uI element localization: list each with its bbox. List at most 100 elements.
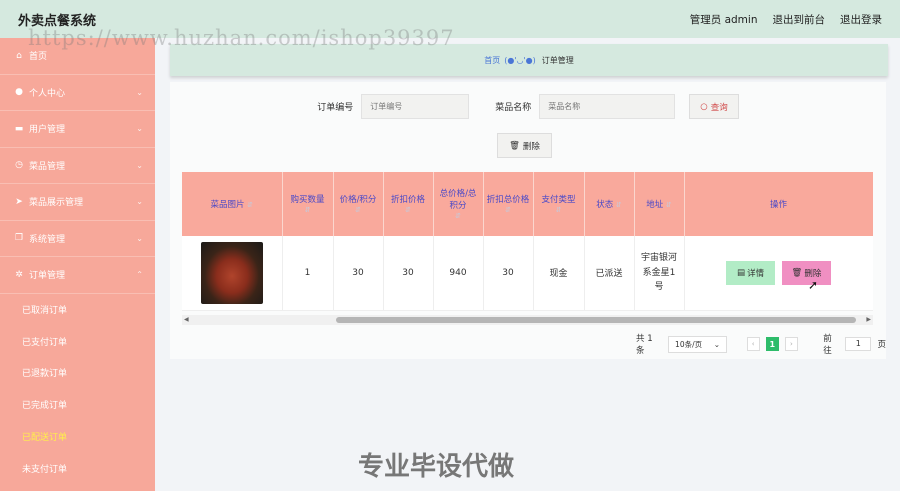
- sidebar-item-label: 系统管理: [29, 234, 66, 245]
- page-size-value: 10条/页: [675, 339, 703, 349]
- col-pay-type[interactable]: 支付类型 ⇵: [533, 172, 585, 236]
- search-button[interactable]: ○ 查询: [689, 94, 739, 119]
- sort-icon: ⇵: [355, 206, 361, 214]
- col-address[interactable]: 地址 ⇵: [634, 172, 685, 236]
- breadcrumb-home[interactable]: 首页: [484, 55, 500, 66]
- clock-icon: ◷: [15, 160, 23, 171]
- chevron-down-icon: ⌄: [136, 124, 143, 134]
- sidebar-subitem-unpaid[interactable]: 未支付订单: [0, 452, 155, 484]
- cell-price: 30: [333, 236, 384, 311]
- order-no-label: 订单编号: [317, 103, 354, 113]
- url-watermark: https://www.huzhan.com/ishop39397: [28, 26, 455, 50]
- dish-name-label: 菜品名称: [495, 103, 532, 113]
- sort-icon: ⇵: [405, 206, 411, 214]
- caption-watermark: 专业毕设代做: [358, 452, 515, 482]
- breadcrumb-current: 订单管理: [541, 55, 574, 65]
- total-count: 共 1 条: [636, 334, 653, 356]
- sidebar-subitem-completed[interactable]: 已完成订单: [0, 389, 155, 421]
- sidebar-item-profile[interactable]: ● 个人中心 ⌄: [0, 75, 155, 111]
- sort-icon: ⇵: [665, 201, 672, 209]
- settings-icon: ✲: [15, 269, 23, 280]
- sidebar-item-dishes[interactable]: ◷ 菜品管理 ⌄: [0, 148, 155, 184]
- orders-table: 菜品图片 ⇵ 购买数量 ⇵ 价格/积分 ⇵ 折扣价格 ⇵ 总价格/总积分 ⇵ 折扣总价格…: [182, 172, 873, 314]
- delete-button-label: 删除: [804, 268, 822, 279]
- col-dish-image[interactable]: 菜品图片 ⇵: [182, 172, 283, 236]
- sidebar-item-label: 个人中心: [29, 88, 66, 99]
- sort-icon: ⇵: [555, 206, 562, 214]
- scroll-left-icon[interactable]: ◀: [184, 315, 189, 325]
- trash-icon: 🗑: [509, 140, 520, 151]
- sidebar-subitem-cancelled[interactable]: 已取消订单: [0, 294, 155, 326]
- batch-delete-button[interactable]: 🗑 删除: [497, 133, 552, 158]
- sidebar-item-label: 用户管理: [29, 125, 66, 136]
- sidebar-item-label: 订单管理: [29, 271, 66, 282]
- cell-total-price: 940: [433, 236, 484, 311]
- col-discount-price[interactable]: 折扣价格 ⇵: [383, 172, 434, 236]
- sort-icon: ⇵: [505, 206, 511, 214]
- batch-delete-label: 删除: [522, 141, 540, 152]
- chevron-up-icon: ⌃: [136, 270, 143, 280]
- mouse-pointer-icon: ➚: [808, 278, 819, 292]
- briefcase-icon: ▬: [14, 123, 24, 134]
- logout-link[interactable]: 退出登录: [840, 12, 882, 27]
- horizontal-scrollbar[interactable]: ◀ ▶: [182, 315, 873, 325]
- table-row: 1 30 30 940 30 现金 已派送 宇宙银河系金星1号 ▤ 详情 �: [182, 236, 873, 311]
- sidebar-item-system[interactable]: ❐ 系统管理 ⌄: [0, 221, 155, 257]
- detail-button[interactable]: ▤ 详情: [726, 260, 776, 285]
- cell-discount-total: 30: [483, 236, 534, 311]
- sidebar-subitem-refunded[interactable]: 已退款订单: [0, 357, 155, 389]
- sidebar: ⌂ 首页 ● 个人中心 ⌄ ▬ 用户管理 ⌄ ◷ 菜品管理 ⌄ ➤ 菜品展示管理…: [0, 38, 155, 491]
- chevron-down-icon: ⌄: [136, 87, 143, 97]
- pagination: 共 1 条 10条/页 ⌄ ‹ 1 › 前往 1 页: [636, 332, 886, 356]
- search-button-label: 查询: [710, 102, 728, 113]
- sort-icon: ⇵: [455, 212, 461, 220]
- chevron-down-icon: ⌄: [136, 233, 143, 243]
- home-icon: ⌂: [16, 50, 22, 61]
- admin-user-label[interactable]: 管理员 admin: [690, 12, 758, 27]
- sort-icon: ⇵: [247, 201, 254, 209]
- search-icon: ○: [700, 101, 708, 112]
- page-size-select[interactable]: 10条/页 ⌄: [668, 335, 727, 353]
- sidebar-subitem-delivered[interactable]: 已配送订单: [0, 421, 155, 453]
- user-icon: ●: [15, 87, 23, 98]
- document-icon: ▤: [737, 267, 746, 278]
- current-page-button[interactable]: 1: [765, 337, 779, 351]
- top-links: 管理员 admin 退出到前台 退出登录: [690, 12, 882, 27]
- sidebar-item-label: 首页: [29, 52, 48, 63]
- next-page-button[interactable]: ›: [784, 337, 799, 351]
- search-form: 订单编号 菜品名称 ○ 查询: [170, 94, 886, 119]
- goto-page-input[interactable]: 1: [845, 337, 872, 351]
- cell-pay-type: 现金: [533, 236, 585, 311]
- send-icon: ➤: [15, 196, 23, 207]
- col-actions: 操作: [684, 172, 873, 236]
- col-discount-total[interactable]: 折扣总价格 ⇵: [483, 172, 534, 236]
- goto-label: 前往: [823, 334, 832, 356]
- cell-discount-price: 30: [383, 236, 434, 311]
- col-status[interactable]: 状态 ⇵: [584, 172, 635, 236]
- sidebar-item-label: 菜品管理: [29, 161, 66, 172]
- col-price[interactable]: 价格/积分 ⇵: [333, 172, 384, 236]
- scroll-thumb[interactable]: [336, 317, 856, 323]
- dish-image: [200, 241, 263, 304]
- scroll-right-icon[interactable]: ▶: [866, 315, 871, 325]
- front-page-link[interactable]: 退出到前台: [773, 12, 826, 27]
- prev-page-button[interactable]: ‹: [746, 337, 760, 351]
- dish-name-input[interactable]: [539, 94, 676, 119]
- sidebar-item-label: 菜品展示管理: [29, 198, 84, 209]
- detail-button-label: 详情: [747, 268, 765, 279]
- sidebar-subitem-paid[interactable]: 已支付订单: [0, 325, 155, 357]
- delete-button[interactable]: 🗑 删除: [781, 260, 831, 285]
- col-quantity[interactable]: 购买数量 ⇵: [282, 172, 334, 236]
- chevron-down-icon: ⌄: [136, 197, 143, 207]
- breadcrumb-emoticon: (●'◡'●): [504, 55, 536, 65]
- table-header-row: 菜品图片 ⇵ 购买数量 ⇵ 价格/积分 ⇵ 折扣价格 ⇵ 总价格/总积分 ⇵ 折扣总价格…: [182, 172, 873, 236]
- sidebar-item-orders[interactable]: ✲ 订单管理 ⌃: [0, 257, 155, 294]
- page-suffix: 页: [877, 340, 886, 350]
- order-no-input[interactable]: [361, 94, 470, 119]
- cell-address: 宇宙银河系金星1号: [634, 236, 685, 311]
- cell-status: 已派送: [584, 236, 635, 311]
- col-total-price[interactable]: 总价格/总积分 ⇵: [433, 172, 484, 236]
- sidebar-item-users[interactable]: ▬ 用户管理 ⌄: [0, 111, 155, 148]
- sidebar-item-dish-display[interactable]: ➤ 菜品展示管理 ⌄: [0, 184, 155, 221]
- chevron-down-icon: ⌄: [713, 339, 720, 349]
